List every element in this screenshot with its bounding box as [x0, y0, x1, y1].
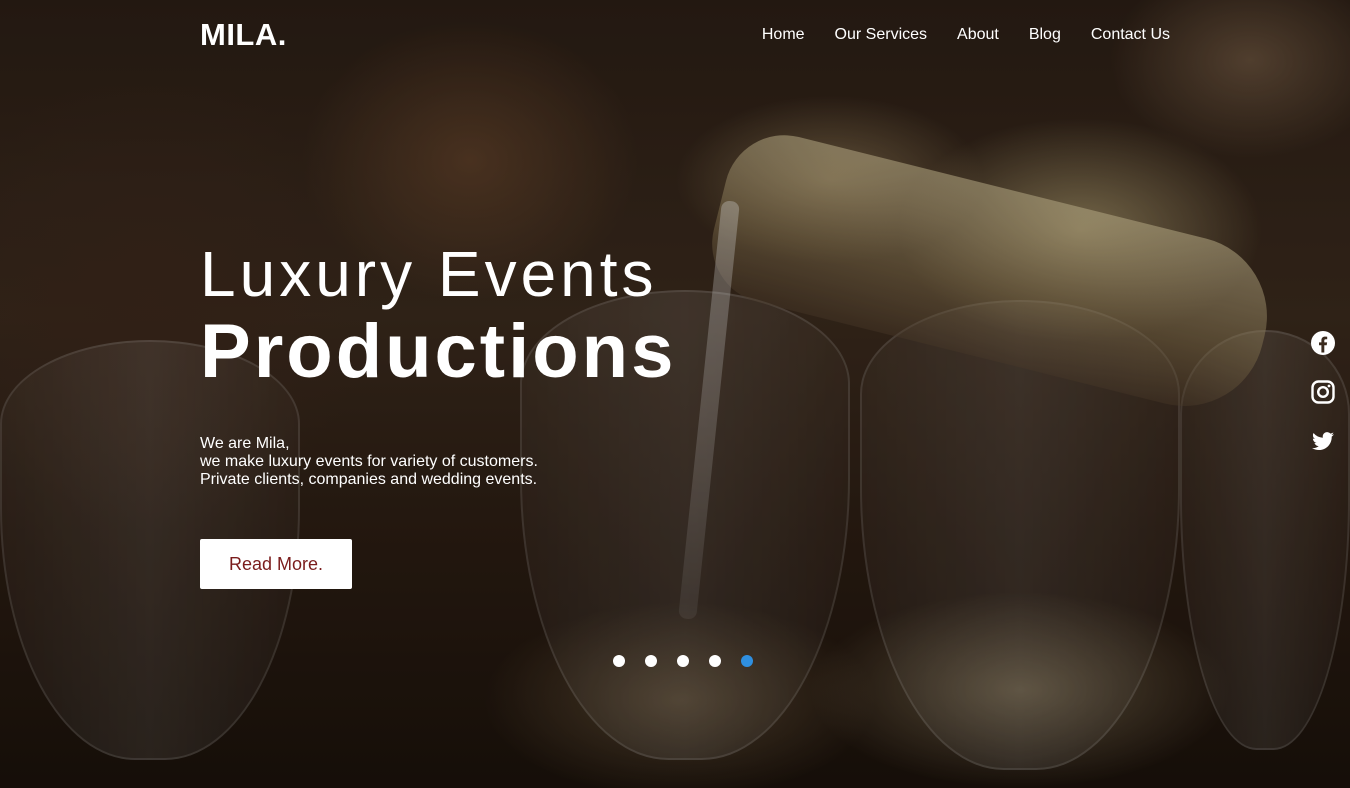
- hero-title-line1: Luxury Events: [200, 238, 658, 310]
- twitter-icon[interactable]: [1310, 428, 1336, 454]
- read-more-button[interactable]: Read More.: [200, 539, 352, 589]
- hero-description-line: We are Mila,: [200, 435, 290, 452]
- hero-description-line: we make luxury events for variety of cus…: [200, 453, 538, 470]
- hero-overlay: [0, 0, 1350, 788]
- nav-item-blog[interactable]: Blog: [1029, 26, 1061, 44]
- carousel-dot[interactable]: [645, 655, 657, 667]
- instagram-icon[interactable]: [1310, 379, 1336, 405]
- nav-item-home[interactable]: Home: [762, 26, 805, 44]
- carousel-dot[interactable]: [677, 655, 689, 667]
- main-nav: Home Our Services About Blog Contact Us: [732, 26, 1170, 44]
- carousel-dot[interactable]: [613, 655, 625, 667]
- carousel-dots: [613, 655, 773, 667]
- carousel-dot[interactable]: [709, 655, 721, 667]
- hero-title-line2: Productions: [200, 309, 677, 394]
- hero-description-line: Private clients, companies and wedding e…: [200, 471, 538, 488]
- nav-item-about[interactable]: About: [957, 26, 999, 44]
- social-links: [1309, 330, 1337, 477]
- site-header: MILA. Home Our Services About Blog Conta…: [200, 15, 1170, 55]
- site-logo[interactable]: MILA.: [200, 17, 287, 53]
- hero-description: We are Mila, we make luxury events for v…: [200, 435, 538, 489]
- nav-item-our-services[interactable]: Our Services: [835, 26, 927, 44]
- facebook-icon[interactable]: [1310, 330, 1336, 356]
- carousel-dot-active[interactable]: [741, 655, 753, 667]
- nav-item-contact-us[interactable]: Contact Us: [1091, 26, 1170, 44]
